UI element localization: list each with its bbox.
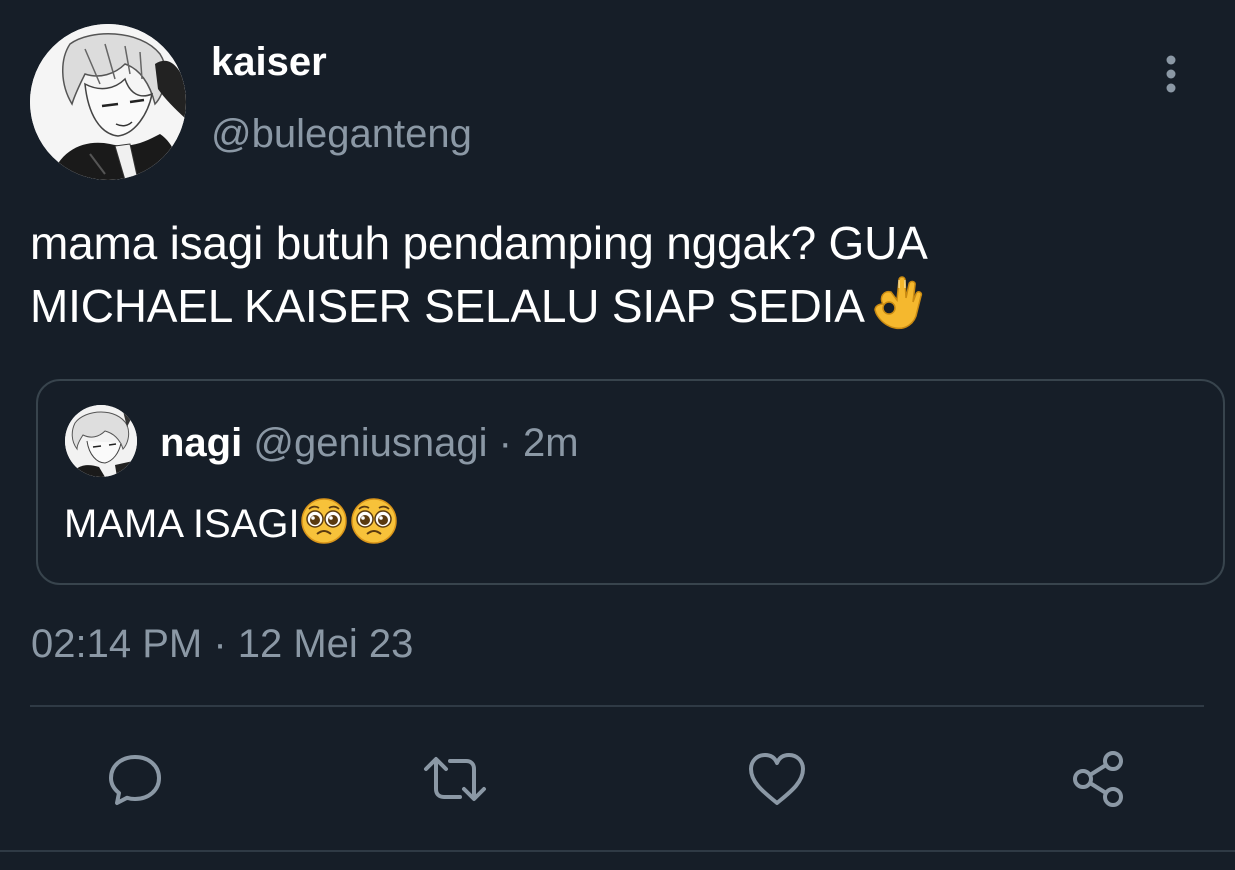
quoted-author-name[interactable]: nagi — [160, 421, 242, 465]
quoted-author-handle[interactable]: @geniusnagi — [253, 421, 487, 465]
quoted-tweet-text-wrap: MAMA ISAGI — [64, 497, 398, 556]
quoted-tweet-header: nagi @geniusnagi · 2m — [160, 419, 579, 467]
author-name[interactable]: kaiser — [211, 38, 327, 86]
manga-avatar-icon — [65, 405, 137, 477]
pleading-face-emoji-icon — [350, 497, 398, 556]
quoted-tweet-text: MAMA ISAGI — [64, 502, 300, 546]
retweet-button[interactable] — [420, 744, 490, 814]
vertical-ellipsis-icon — [1166, 55, 1176, 93]
share-nodes-icon — [1073, 751, 1123, 807]
author-handle[interactable]: @buleganteng — [211, 110, 472, 158]
quoted-tweet-time: · 2m — [487, 421, 579, 465]
divider — [0, 850, 1235, 852]
tweet-text-line-1: mama isagi butuh pendamping nggak? GUA — [30, 217, 928, 269]
tweet-text-line-2-wrap: MICHAEL KAISER SELALU SIAP SEDIA — [30, 274, 1210, 345]
ok-hand-emoji-icon — [869, 274, 923, 345]
tweet-timestamp[interactable]: 02:14 PM · 12 Mei 23 — [31, 620, 413, 668]
like-button[interactable] — [742, 744, 812, 814]
tweet-text: mama isagi butuh pendamping nggak? GUA M… — [30, 212, 1210, 345]
reply-button[interactable] — [100, 744, 170, 814]
speech-bubble-icon — [109, 755, 161, 805]
retweet-arrows-icon — [424, 757, 486, 801]
quoted-tweet-card[interactable]: nagi @geniusnagi · 2m MAMA ISAGI — [36, 379, 1225, 585]
author-avatar[interactable] — [30, 24, 186, 180]
divider — [30, 705, 1204, 707]
quoted-author-avatar[interactable] — [65, 405, 137, 477]
more-options-button[interactable] — [1151, 52, 1191, 98]
pleading-face-emoji-icon — [300, 497, 348, 556]
tweet-text-line-2: MICHAEL KAISER SELALU SIAP SEDIA — [30, 280, 865, 332]
tweet-detail-view: kaiser @buleganteng mama isagi butuh pen… — [0, 0, 1235, 870]
manga-avatar-icon — [30, 24, 186, 180]
share-button[interactable] — [1064, 744, 1134, 814]
heart-icon — [749, 753, 805, 805]
